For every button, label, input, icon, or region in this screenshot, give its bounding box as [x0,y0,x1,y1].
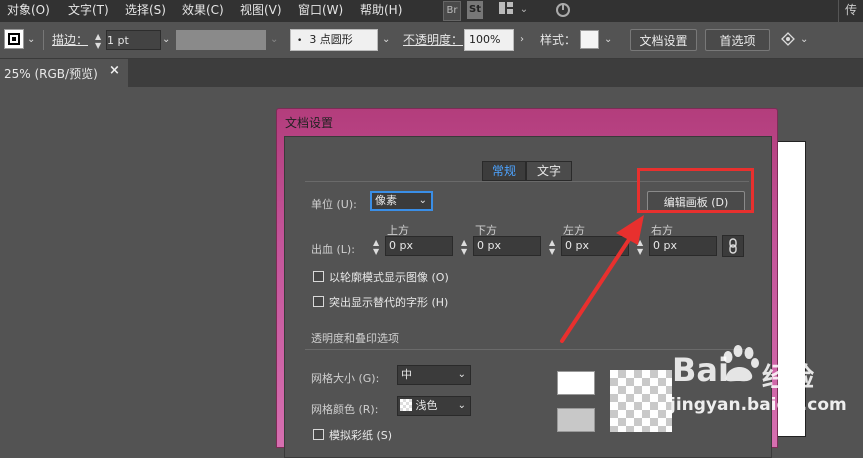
units-value: 像素 [375,194,397,207]
menu-object[interactable]: 对象(O) [7,0,50,22]
brush-definition-value: 3 点圆形 [309,33,353,46]
bleed-top-input[interactable]: 0 px [385,236,453,256]
bleed-label: 出血 (L): [311,243,355,256]
chevron-down-icon[interactable]: ⌄ [518,1,530,19]
highlight-glyphs-label: 突出显示替代的字形 (H) [329,296,449,309]
menu-select[interactable]: 选择(S) [125,0,166,22]
close-icon[interactable]: × [109,63,120,78]
grid-color-label: 网格颜色 (R): [311,403,379,416]
stroke-weight-input[interactable]: 1 pt [106,30,161,50]
watermark-url: jingyan.baidu.com [670,395,847,415]
align-to-icon[interactable] [780,31,796,50]
menu-help[interactable]: 帮助(H) [360,0,402,22]
gpu-performance-icon[interactable] [553,1,573,19]
outline-mode-checkbox[interactable] [313,271,324,282]
chevron-down-icon[interactable]: ⌄ [270,29,278,51]
stroke-color-swatch[interactable] [4,29,24,49]
document-tab[interactable]: 25% (RGB/预览) × [0,59,128,87]
baidu-watermark: Bai 经验 jingyan.baidu.com [670,335,863,437]
grid-color-value: 浅色 [415,399,438,412]
stroke-label: 描边： [52,33,89,47]
transparency-grid-preview [610,370,672,432]
chevron-down-icon[interactable]: ⌄ [800,29,808,51]
chevron-right-icon[interactable]: › [520,29,524,51]
simulate-paper-checkbox[interactable] [313,429,324,440]
tab-type[interactable]: 文字 [526,161,572,181]
document-setup-button[interactable]: 文档设置 [630,29,697,51]
annotation-arrow-icon [560,215,644,343]
chevron-down-icon: ⌄ [457,400,466,411]
graphic-style-swatch[interactable] [580,30,599,49]
link-icon [729,238,737,254]
link-bleed-button[interactable] [722,235,744,257]
bleed-bottom-stepper[interactable]: ▲ ▼ [461,238,467,256]
variable-width-profile[interactable] [176,30,266,50]
preferences-button[interactable]: 首选项 [705,29,770,51]
chevron-down-icon: ⌄ [457,369,466,380]
opacity-label: 不透明度： [403,33,464,47]
grid-size-label: 网格大小 (G): [311,372,380,385]
simulate-paper-label: 模拟彩纸 (S) [329,429,393,442]
chevron-down-icon: ⌄ [418,195,427,206]
menu-view[interactable]: 视图(V) [240,0,282,22]
outline-mode-label: 以轮廓模式显示图像 (O) [329,271,449,284]
document-tab-title: 25% (RGB/预览) [4,67,98,81]
divider [838,0,839,22]
baidu-brand-text: Bai [672,351,729,389]
transparency-section-title: 透明度和叠印选项 [311,332,399,345]
grid-color-light-swatch[interactable] [557,371,595,395]
grid-color-dark-swatch[interactable] [557,408,595,432]
menu-type[interactable]: 文字(T) [68,0,109,22]
dialog-title: 文档设置 [285,116,334,130]
checker-swatch-icon [400,399,412,411]
chevron-down-icon[interactable]: ⌄ [604,29,612,51]
control-bar: ⌄ 描边： ▲ ▼ 1 pt ⌄ ⌄ • 3 点圆形 ⌄ 不透明度： 100% ›… [0,24,863,59]
chevron-down-icon[interactable]: ⌄ [27,29,35,51]
stroke-stepper[interactable]: ▲ ▼ [95,32,101,50]
grid-size-value: 中 [401,368,412,381]
units-select[interactable]: 像素 ⌄ [370,191,433,211]
baidu-jingyan-text: 经验 [762,363,815,393]
chevron-down-icon[interactable]: ⌄ [162,29,170,51]
bleed-top-stepper[interactable]: ▲ ▼ [373,238,379,256]
menu-window[interactable]: 窗口(W) [298,0,343,22]
document-tab-bar: 25% (RGB/预览) × [0,59,863,87]
bridge-icon[interactable]: Br [443,1,461,21]
grid-color-select[interactable]: 浅色 ⌄ [397,396,471,416]
style-label: 样式： [540,33,577,47]
grid-size-select[interactable]: 中 ⌄ [397,365,471,385]
highlight-glyphs-checkbox[interactable] [313,296,324,307]
arrange-documents-icon[interactable] [496,1,516,19]
brush-definition-select[interactable]: • 3 点圆形 [290,29,378,51]
menu-bar: 对象(O) 文字(T) 选择(S) 效果(C) 视图(V) 窗口(W) 帮助(H… [0,0,863,22]
bleed-bottom-input[interactable]: 0 px [473,236,541,256]
tab-general[interactable]: 常规 [482,161,526,181]
opacity-input[interactable]: 100% [464,29,514,51]
units-label: 单位 (U): [311,198,357,211]
divider [43,30,44,50]
stock-icon[interactable]: St [467,1,483,19]
menu-effect[interactable]: 效果(C) [182,0,224,22]
chevron-down-icon[interactable]: ⌄ [382,29,390,51]
workspace-label[interactable]: 传 [845,0,857,22]
